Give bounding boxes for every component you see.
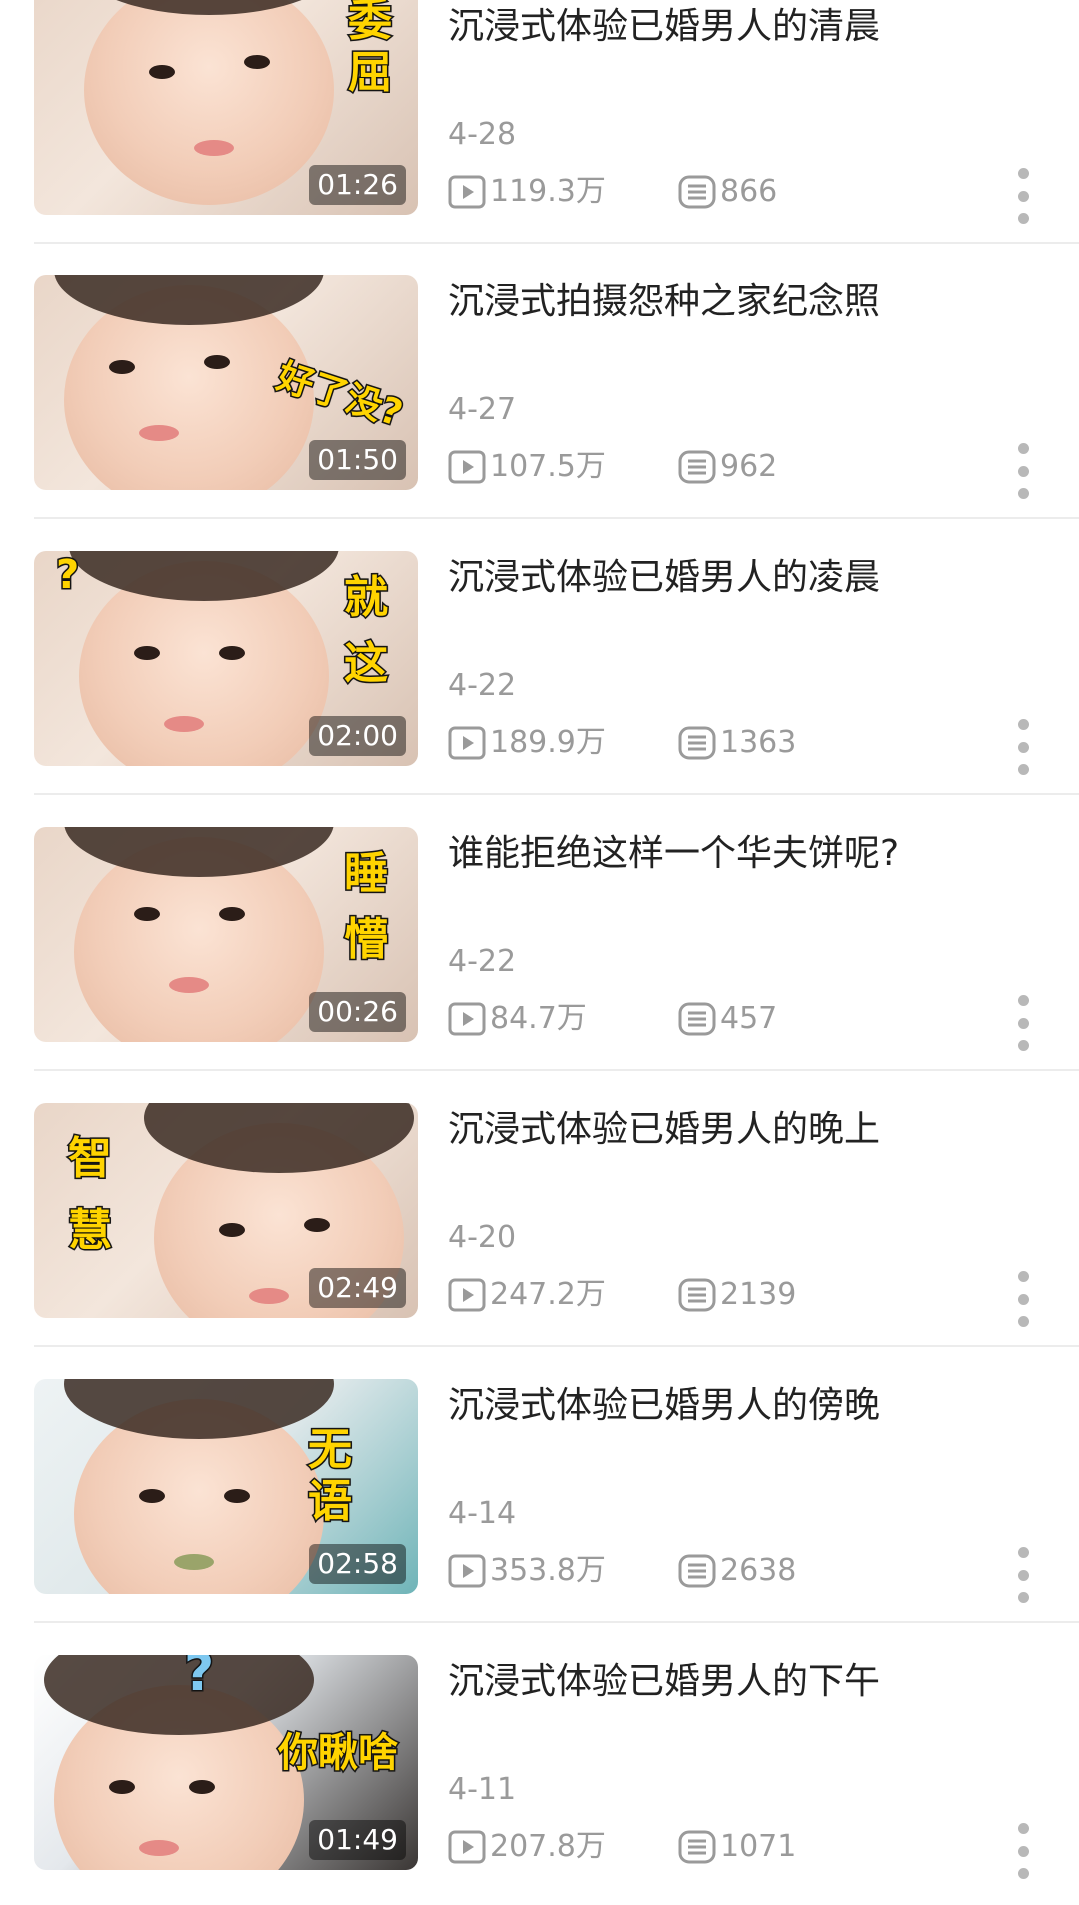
video-stats: 247.2万 2139 [448,1275,796,1315]
divider [34,1069,1079,1071]
video-date: 4-22 [448,668,517,703]
comment-icon [678,1554,716,1588]
thumbnail-caption: 智 慧 [67,1132,114,1258]
view-count: 189.9万 [448,724,678,762]
thumbnail-caption: 委 屈 [347,0,394,100]
divider [34,1345,1079,1347]
video-title[interactable]: 沉浸式拍摄怨种之家纪念照 [448,277,1008,327]
video-date: 4-22 [448,944,517,979]
video-title[interactable]: 沉浸式体验已婚男人的下午 [448,1657,1008,1707]
comment-count: 962 [678,448,777,486]
comment-count: 2139 [678,1276,796,1314]
comment-icon [678,450,716,484]
play-icon [448,1830,486,1864]
more-vertical-icon[interactable] [1010,168,1036,224]
comment-icon [678,726,716,760]
view-count: 107.5万 [448,448,678,486]
video-item[interactable]: 智 慧 02:49 沉浸式体验已婚男人的晚上 4-20 247.2万 2139 [0,1103,1079,1379]
video-title[interactable]: 沉浸式体验已婚男人的清晨 [448,2,1008,52]
view-count: 84.7万 [448,1000,678,1038]
video-duration: 02:58 [309,1544,406,1584]
comment-count: 2638 [678,1552,796,1590]
video-thumbnail[interactable]: 好了没? 01:50 [34,275,418,490]
video-stats: 353.8万 2638 [448,1551,796,1591]
divider [34,793,1079,795]
video-item[interactable]: ? 就 这 02:00 沉浸式体验已婚男人的凌晨 4-22 189.9万 136… [0,551,1079,827]
video-duration: 02:00 [309,716,406,756]
comment-icon [678,1278,716,1312]
comment-count: 1363 [678,724,796,762]
play-icon [448,450,486,484]
video-thumbnail[interactable]: 睡 懵 00:26 [34,827,418,1042]
view-count: 247.2万 [448,1276,678,1314]
video-duration: 02:49 [309,1268,406,1308]
thumbnail-caption: 睡 懵 [343,847,390,967]
video-date: 4-11 [448,1772,517,1807]
video-duration: 01:50 [309,440,406,480]
video-item[interactable]: 睡 懵 00:26 谁能拒绝这样一个华夫饼呢? 4-22 84.7万 457 [0,827,1079,1103]
video-item[interactable]: 无 语 02:58 沉浸式体验已婚男人的傍晚 4-14 353.8万 2638 [0,1379,1079,1655]
video-stats: 119.3万 866 [448,172,777,212]
comment-count: 457 [678,1000,777,1038]
play-icon [448,175,486,209]
more-vertical-icon[interactable] [1010,1823,1036,1879]
question-mark-sticker: ? [54,551,80,600]
thumbnail-caption: 你瞅啥 [277,1729,400,1778]
comment-count: 1071 [678,1828,796,1866]
more-vertical-icon[interactable] [1010,1547,1036,1603]
question-mark-sticker: ? [182,1655,215,1703]
video-date: 4-20 [448,1220,517,1255]
video-title[interactable]: 谁能拒绝这样一个华夫饼呢? [448,829,1008,879]
video-thumbnail[interactable]: ? 就 这 02:00 [34,551,418,766]
video-thumbnail[interactable]: 委 屈 01:26 [34,0,418,215]
divider [34,242,1079,244]
view-count: 207.8万 [448,1828,678,1866]
comment-icon [678,175,716,209]
divider [34,1621,1079,1623]
comment-count: 866 [678,173,777,211]
video-title[interactable]: 沉浸式体验已婚男人的傍晚 [448,1381,1008,1431]
play-icon [448,1278,486,1312]
video-stats: 207.8万 1071 [448,1827,796,1867]
video-thumbnail[interactable]: 无 语 02:58 [34,1379,418,1594]
more-vertical-icon[interactable] [1010,443,1036,499]
video-stats: 84.7万 457 [448,999,777,1039]
play-icon [448,1002,486,1036]
video-item[interactable]: 委 屈 01:26 沉浸式体验已婚男人的清晨 4-28 119.3万 866 [0,0,1079,276]
video-duration: 01:26 [309,165,406,205]
video-thumbnail[interactable]: ? 你瞅啥 01:49 [34,1655,418,1870]
video-date: 4-27 [448,392,517,427]
comment-icon [678,1830,716,1864]
more-vertical-icon[interactable] [1010,1271,1036,1327]
video-item[interactable]: 好了没? 01:50 沉浸式拍摄怨种之家纪念照 4-27 107.5万 962 [0,275,1079,551]
video-stats: 189.9万 1363 [448,723,796,763]
view-count: 353.8万 [448,1552,678,1590]
video-list: 委 屈 01:26 沉浸式体验已婚男人的清晨 4-28 119.3万 866 好… [0,0,1079,1905]
video-stats: 107.5万 962 [448,447,777,487]
video-duration: 01:49 [309,1820,406,1860]
thumbnail-caption: 就 这 [343,571,390,691]
play-icon [448,726,486,760]
video-thumbnail[interactable]: 智 慧 02:49 [34,1103,418,1318]
play-icon [448,1554,486,1588]
more-vertical-icon[interactable] [1010,995,1036,1051]
thumbnail-caption: 无 语 [307,1423,354,1529]
video-date: 4-14 [448,1496,517,1531]
divider [34,517,1079,519]
video-duration: 00:26 [309,992,406,1032]
view-count: 119.3万 [448,173,678,211]
more-vertical-icon[interactable] [1010,719,1036,775]
video-date: 4-28 [448,117,517,152]
comment-icon [678,1002,716,1036]
video-title[interactable]: 沉浸式体验已婚男人的凌晨 [448,553,1008,603]
video-item[interactable]: ? 你瞅啥 01:49 沉浸式体验已婚男人的下午 4-11 207.8万 107… [0,1655,1079,1905]
video-title[interactable]: 沉浸式体验已婚男人的晚上 [448,1105,1008,1155]
